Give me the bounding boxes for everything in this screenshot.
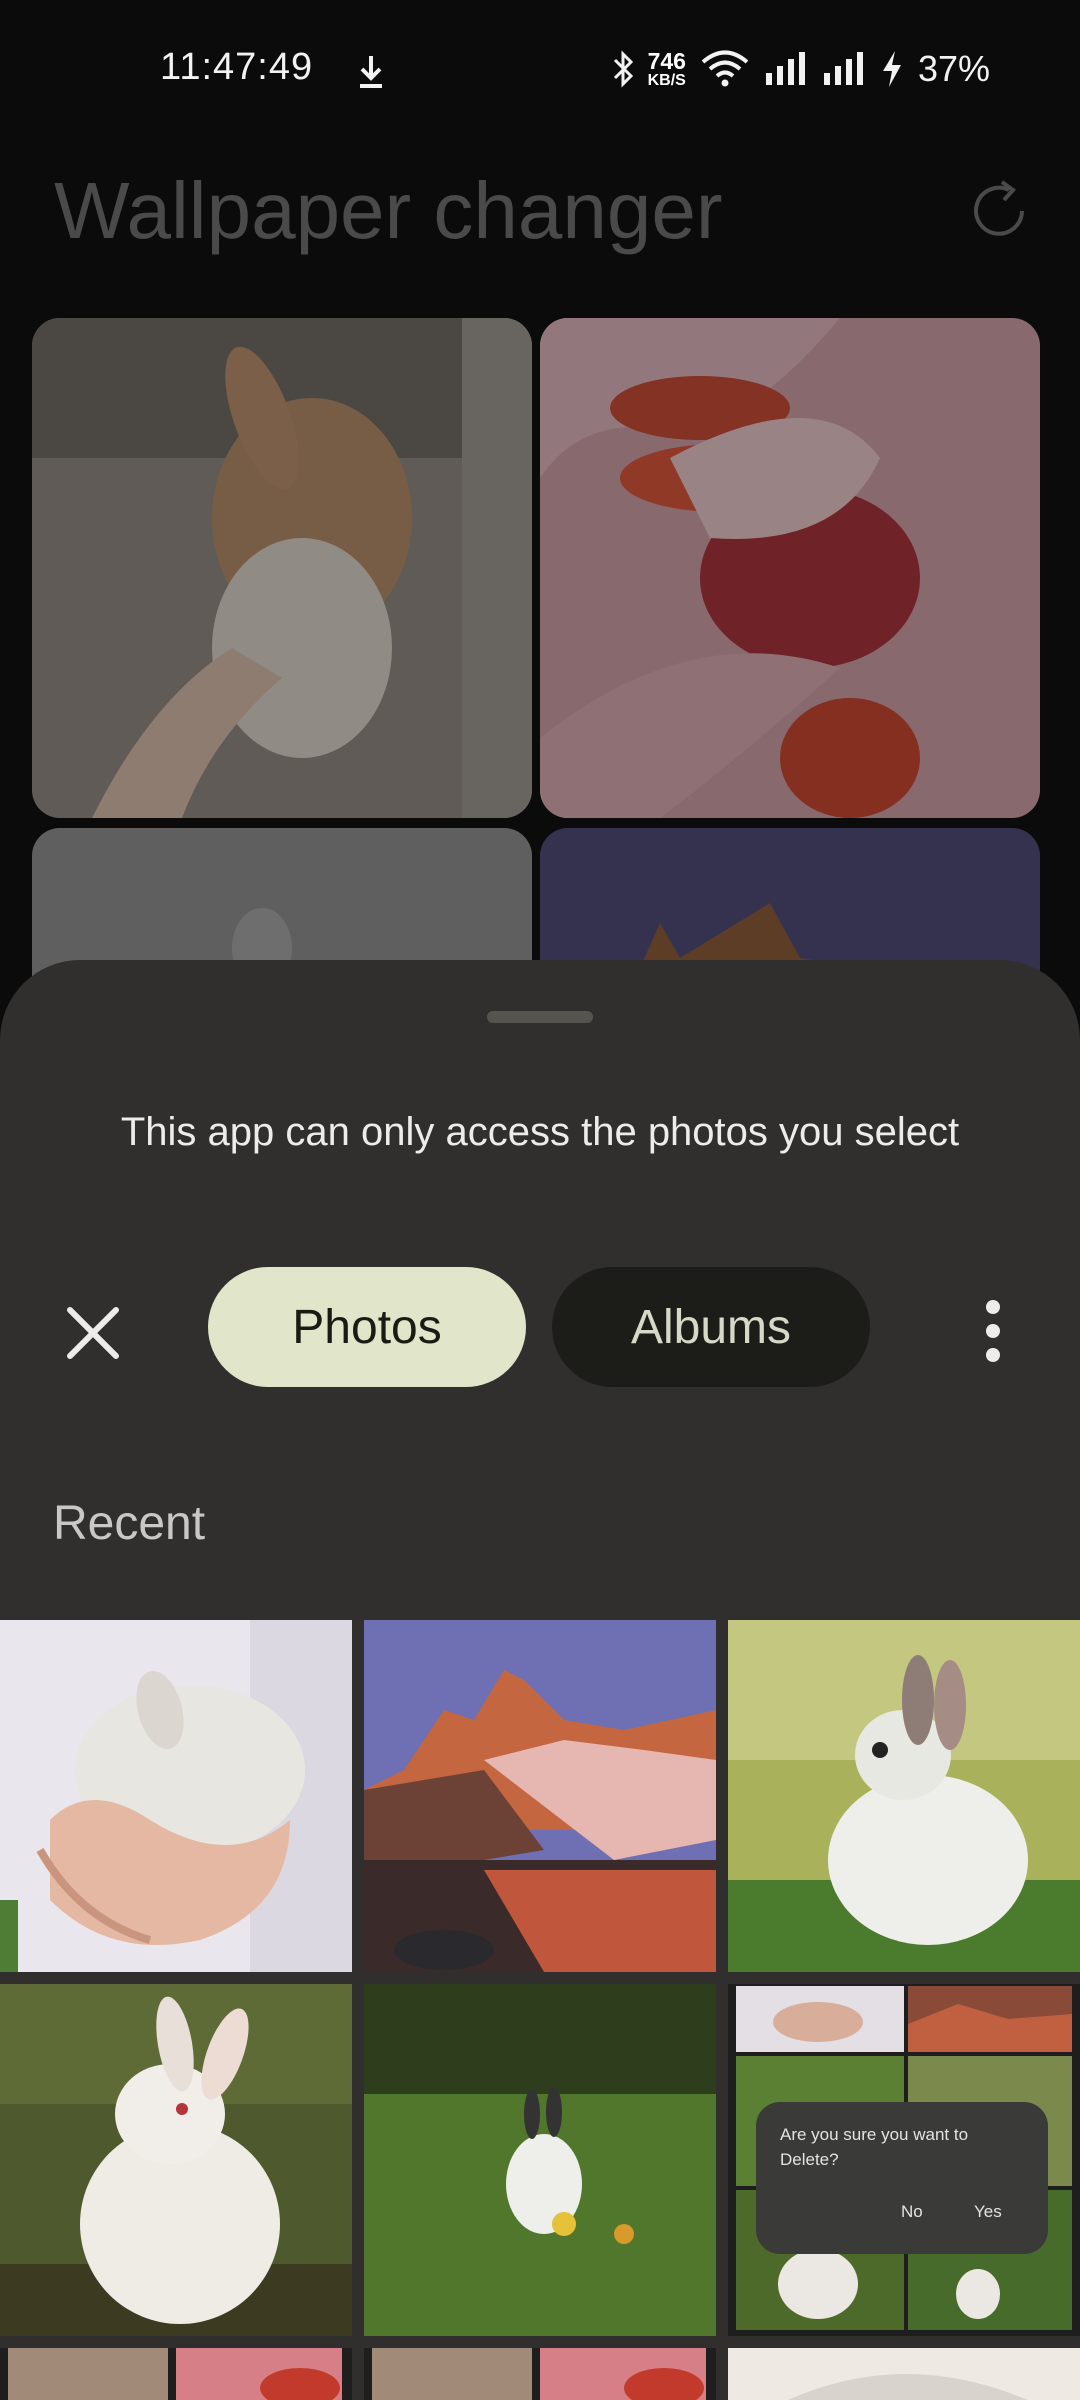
charging-icon [882,51,901,87]
delete-dialog-preview: Are you sure you want to Delete? No Yes [756,2102,1048,2254]
photo-item[interactable] [0,1620,352,1972]
photo-item[interactable] [0,1984,352,2336]
battery-percent: 37% [917,48,990,89]
drag-handle[interactable] [487,1011,593,1023]
photo-item[interactable] [728,1620,1080,1972]
status-bar: 11:47:49 746 KB/S 37% [0,0,1080,140]
wallpaper-thumb-abstract[interactable] [540,318,1040,818]
dialog-no-label: No [901,2202,923,2221]
tab-photos[interactable]: Photos [208,1267,526,1387]
app-title: Wallpaper changer [54,166,723,255]
download-icon [360,56,382,88]
dialog-message: Are you sure you want to Delete? [780,2125,969,2169]
bluetooth-icon [613,50,633,88]
photo-item[interactable] [364,2348,716,2400]
dialog-yes-label: Yes [974,2202,1002,2221]
signal-icon [823,52,863,85]
signal-icon [765,52,805,85]
wifi-icon [701,50,749,87]
more-vert-icon[interactable] [968,1296,1018,1366]
wallpaper-thumb-bunny[interactable] [32,318,532,818]
tab-albums[interactable]: Albums [552,1267,870,1387]
section-recent: Recent [53,1497,206,1550]
photo-item[interactable] [0,2348,352,2400]
refresh-icon[interactable] [964,176,1034,246]
net-speed: 746 KB/S [647,47,686,89]
photo-item[interactable] [728,2348,1080,2400]
close-icon[interactable] [60,1300,126,1366]
picker-prompt: This app can only access the photos you … [120,1110,960,1154]
photo-item[interactable] [364,1620,716,1972]
status-time: 11:47:49 [160,46,314,88]
photo-item[interactable] [364,1984,716,2336]
